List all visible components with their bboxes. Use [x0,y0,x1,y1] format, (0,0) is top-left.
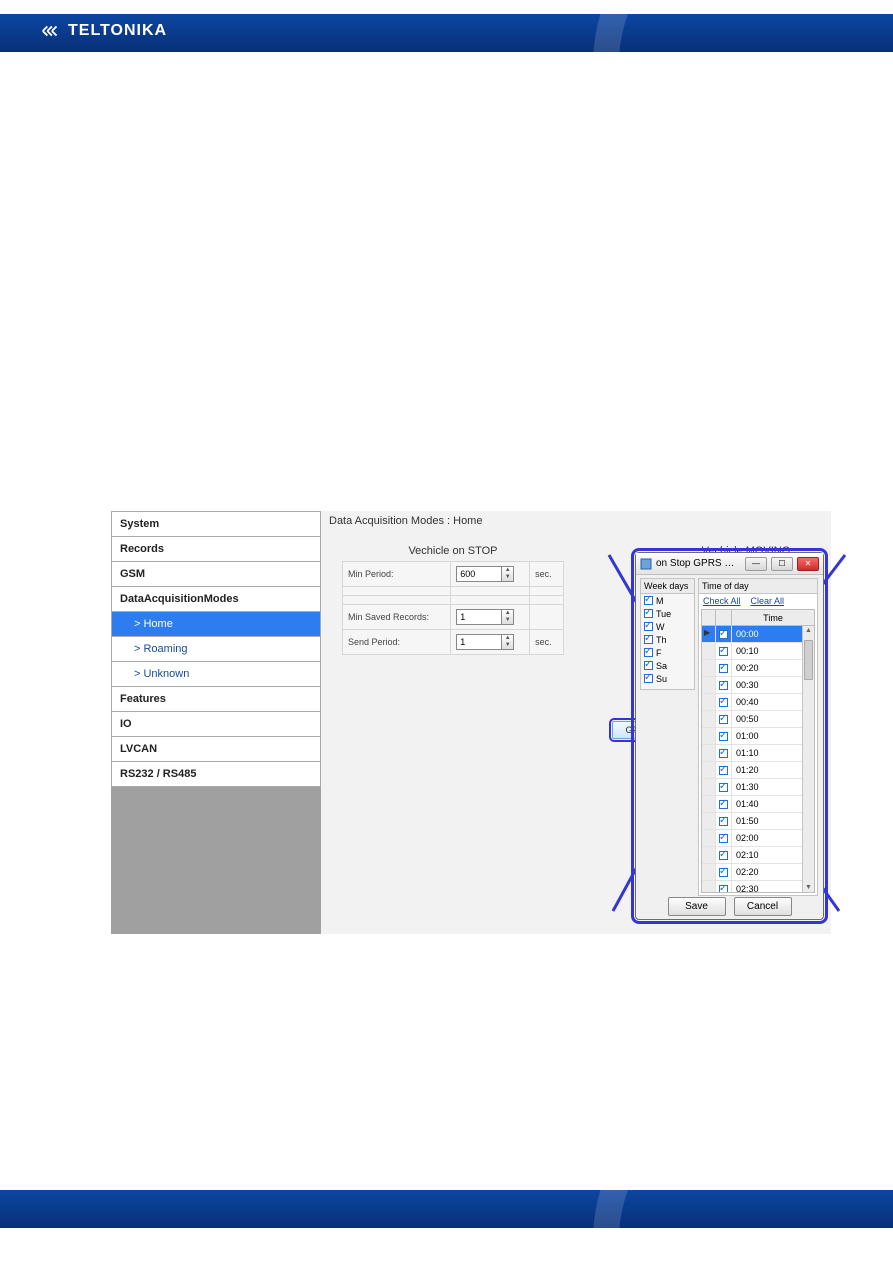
time-scrollbar[interactable]: ▲▼ [802,626,814,892]
weekday-su: Su [656,674,667,684]
min-saved-input[interactable] [456,609,502,625]
min-period-unit: sec. [530,562,564,587]
time-checkbox[interactable] [719,834,728,843]
vehicle-stop-table: Vechicle on STOP Min Period: ▲▼ sec. Min… [342,545,564,655]
send-period-input[interactable] [456,634,502,650]
min-period-input[interactable] [456,566,502,582]
time-checkbox[interactable] [719,698,728,707]
time-of-day-group: Time of day Check All Clear All Time 00:… [698,578,818,896]
send-period-label: Send Period: [343,630,451,655]
time-grid: Time 00:0000:1000:2000:3000:4000:5001:00… [701,609,815,893]
time-row[interactable]: 00:40 [702,694,814,711]
weekday-tue: Tue [656,609,671,619]
time-row[interactable]: 01:10 [702,745,814,762]
sidebar-item-unknown[interactable]: > Unknown [111,661,321,687]
time-checkbox[interactable] [719,732,728,741]
time-checkbox[interactable] [719,681,728,690]
gprs-week-dialog: on Stop GPRS Wee... — ☐ ✕ Week days M Tu… [635,552,824,920]
weekday-checkbox[interactable] [644,674,653,683]
time-checkbox[interactable] [719,647,728,656]
time-row[interactable]: 01:00 [702,728,814,745]
save-button[interactable]: Save [668,897,726,916]
minimize-button[interactable]: — [745,557,767,571]
sidebar-item-gsm[interactable]: GSM [111,561,321,587]
time-checkbox[interactable] [719,885,728,894]
time-checkbox[interactable] [719,664,728,673]
min-saved-label: Min Saved Records: [343,605,451,630]
app-screenshot: System Records GSM DataAcquisitionModes … [111,511,831,934]
sidebar-item-data-acq[interactable]: DataAcquisitionModes [111,586,321,612]
time-of-day-header: Time of day [699,579,817,594]
sidebar-item-roaming[interactable]: > Roaming [111,636,321,662]
min-saved-spinner[interactable]: ▲▼ [502,609,514,625]
time-checkbox[interactable] [719,766,728,775]
weekday-checkbox[interactable] [644,596,653,605]
dialog-icon [640,558,652,570]
vehicle-stop-caption: Vechicle on STOP [342,545,564,561]
maximize-button[interactable]: ☐ [771,557,793,571]
weekday-checkbox[interactable] [644,609,653,618]
brand-text: TELTONIKA [68,22,167,40]
sidebar-item-rs232[interactable]: RS232 / RS485 [111,761,321,787]
time-column-header: Time [732,610,814,625]
time-row[interactable]: 02:00 [702,830,814,847]
time-checkbox[interactable] [719,715,728,724]
sidebar: System Records GSM DataAcquisitionModes … [111,511,321,934]
weekday-w: W [656,622,665,632]
send-period-spinner[interactable]: ▲▼ [502,634,514,650]
sidebar-item-features[interactable]: Features [111,686,321,712]
time-row[interactable]: 01:20 [702,762,814,779]
brand-logo: TELTONIKA [40,20,167,42]
time-row[interactable]: 01:40 [702,796,814,813]
breadcrumb: Data Acquisition Modes : Home [329,515,482,527]
time-row[interactable]: 01:50 [702,813,814,830]
weekday-checkbox[interactable] [644,622,653,631]
close-button[interactable]: ✕ [797,557,819,571]
weekday-m: M [656,596,664,606]
header-banner: TELTONIKA [0,14,893,52]
weekday-f: F [656,648,662,658]
time-row[interactable]: 02:30 [702,881,814,893]
weekday-th: Th [656,635,667,645]
sidebar-item-records[interactable]: Records [111,536,321,562]
week-days-group: Week days M Tue W Th F Sa Su [640,578,695,690]
min-period-label: Min Period: [343,562,451,587]
time-row[interactable]: 01:30 [702,779,814,796]
time-checkbox[interactable] [719,630,728,639]
weekday-checkbox[interactable] [644,635,653,644]
weekday-checkbox[interactable] [644,648,653,657]
time-checkbox[interactable] [719,749,728,758]
footer-banner [0,1190,893,1228]
cancel-button[interactable]: Cancel [734,897,792,916]
min-period-spinner[interactable]: ▲▼ [502,566,514,582]
weekday-checkbox[interactable] [644,661,653,670]
time-checkbox[interactable] [719,783,728,792]
time-row[interactable]: 00:30 [702,677,814,694]
weekday-sa: Sa [656,661,667,671]
sidebar-item-home[interactable]: > Home [111,611,321,637]
sidebar-item-system[interactable]: System [111,511,321,537]
time-checkbox[interactable] [719,817,728,826]
min-saved-unit [530,605,564,630]
time-row[interactable]: 02:10 [702,847,814,864]
time-row[interactable]: 02:20 [702,864,814,881]
time-checkbox[interactable] [719,800,728,809]
send-period-unit: sec. [530,630,564,655]
time-row[interactable]: 00:50 [702,711,814,728]
week-days-header: Week days [641,579,694,594]
time-row[interactable]: 00:20 [702,660,814,677]
sidebar-item-io[interactable]: IO [111,711,321,737]
time-checkbox[interactable] [719,851,728,860]
time-row[interactable]: 00:10 [702,643,814,660]
check-all-link[interactable]: Check All [703,596,741,606]
dialog-title: on Stop GPRS Wee... [656,558,741,569]
time-checkbox[interactable] [719,868,728,877]
sidebar-item-lvcan[interactable]: LVCAN [111,736,321,762]
dialog-titlebar: on Stop GPRS Wee... — ☐ ✕ [636,553,823,575]
clear-all-link[interactable]: Clear All [751,596,785,606]
time-row[interactable]: 00:00 [702,626,814,643]
